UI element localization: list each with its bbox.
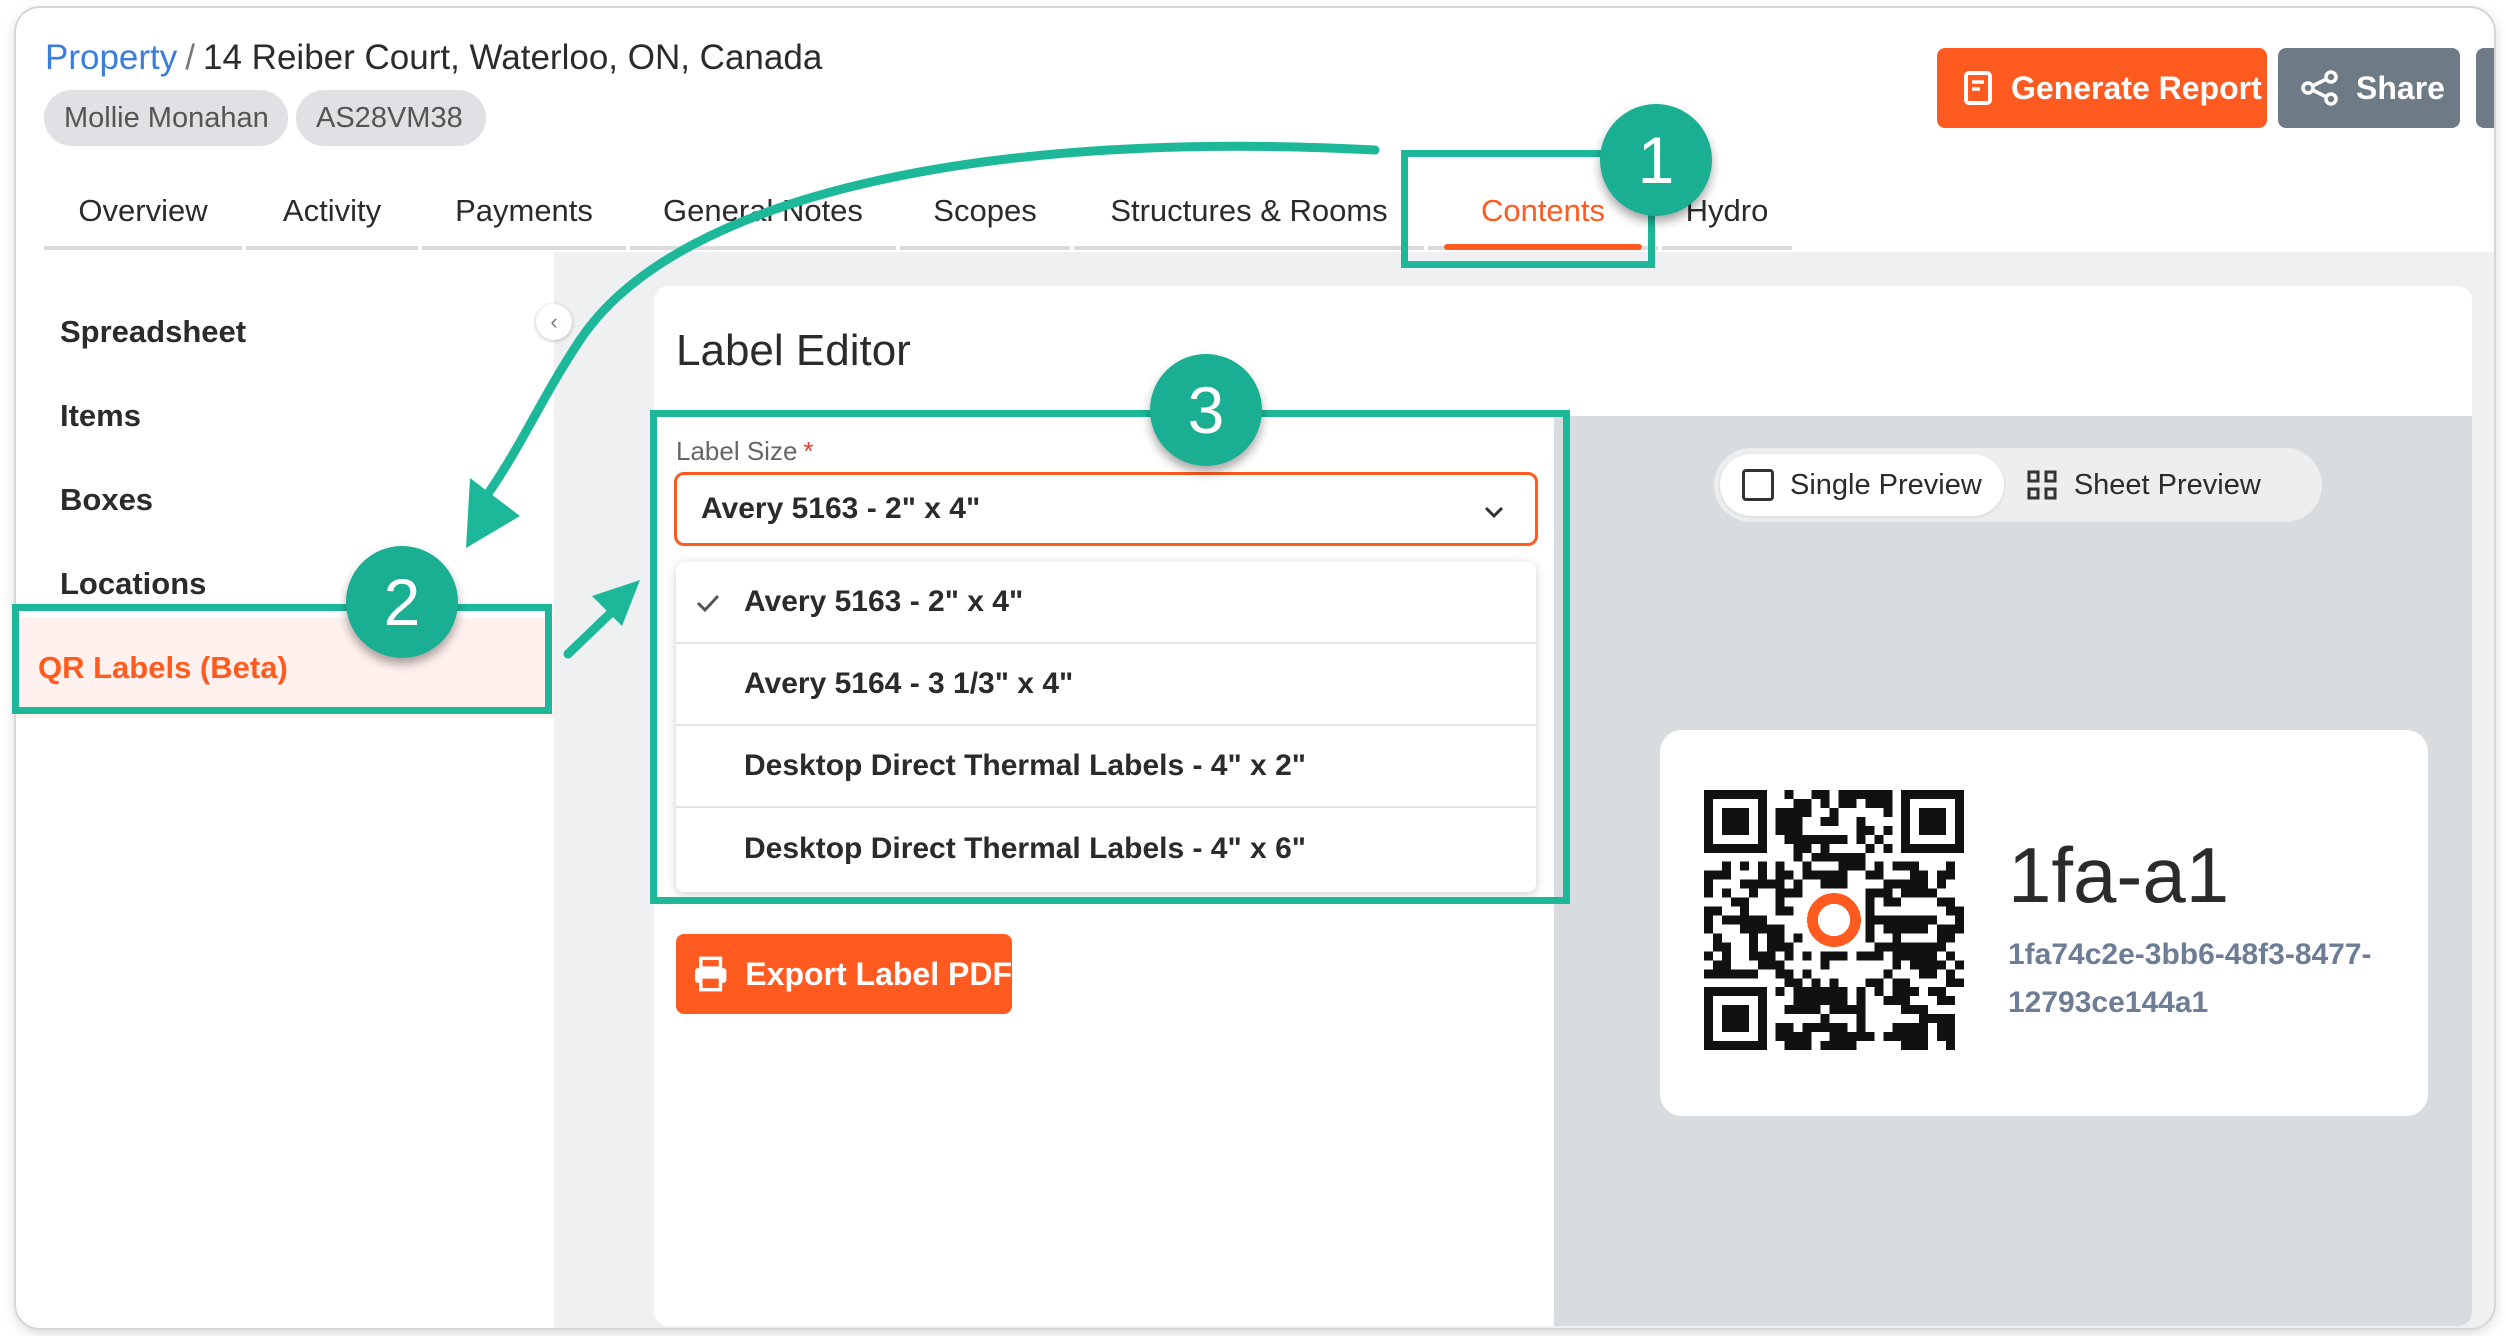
- label-uuid: 12793ce144a1: [2008, 986, 2209, 1019]
- tab-overview[interactable]: Overview: [44, 176, 242, 250]
- label-name: 1fa-a1: [2008, 831, 2230, 919]
- single-preview-label: Single Preview: [1790, 468, 1982, 501]
- generate-report-button[interactable]: Generate Report: [1937, 48, 2267, 128]
- sheet-preview-option[interactable]: Sheet Preview: [2004, 454, 2283, 516]
- report-icon: [1964, 71, 1992, 105]
- export-label-pdf-button[interactable]: Export Label PDF: [676, 934, 1012, 1014]
- highlight-label-size: [650, 410, 1570, 904]
- project-id-chip: AS28VM38: [296, 90, 486, 146]
- logo-icon: [1807, 893, 1861, 947]
- label-preview: 1fa-a1 1fa74c2e-3bb6-48f3-8477- 12793ce1…: [1660, 730, 2428, 1116]
- tab-activity[interactable]: Activity: [246, 176, 418, 250]
- sidebar-item-spreadsheet[interactable]: Spreadsheet: [60, 314, 246, 350]
- breadcrumb-property-link[interactable]: Property: [45, 38, 177, 77]
- export-label-pdf-label: Export Label PDF: [745, 955, 1012, 992]
- grid-icon: [2027, 470, 2057, 500]
- step-3-badge: 3: [1150, 354, 1262, 466]
- tab-general-notes[interactable]: General Notes: [630, 176, 896, 250]
- highlight-qr-labels: [12, 604, 552, 714]
- breadcrumb-separator: /: [185, 38, 196, 77]
- label-editor-title: Label Editor: [676, 326, 911, 375]
- tab-structures-rooms[interactable]: Structures & Rooms: [1074, 176, 1424, 250]
- share-label: Share: [2356, 69, 2445, 106]
- user-chip: Mollie Monahan: [44, 90, 288, 146]
- square-icon: [1742, 469, 1774, 501]
- share-icon: [2301, 70, 2338, 106]
- more-actions-button[interactable]: [2476, 48, 2494, 128]
- share-button[interactable]: Share: [2278, 48, 2460, 128]
- qr-code: [1704, 790, 1964, 1050]
- single-preview-option[interactable]: Single Preview: [1720, 454, 2004, 516]
- step-1-badge: 1: [1600, 104, 1712, 216]
- breadcrumb: Property/14 Reiber Court, Waterloo, ON, …: [45, 38, 822, 78]
- page-title: 14 Reiber Court, Waterloo, ON, Canada: [203, 38, 823, 77]
- chevron-left-icon[interactable]: ‹: [536, 304, 572, 340]
- tab-scopes[interactable]: Scopes: [900, 176, 1070, 250]
- printer-icon: [694, 956, 727, 992]
- preview-mode-toggle: Single Preview Sheet Preview: [1714, 448, 2322, 522]
- tab-payments[interactable]: Payments: [422, 176, 626, 250]
- sidebar-item-boxes[interactable]: Boxes: [60, 482, 153, 518]
- step-2-badge: 2: [346, 546, 458, 658]
- sidebar-item-locations[interactable]: Locations: [60, 566, 206, 602]
- sidebar-item-items[interactable]: Items: [60, 398, 141, 434]
- sheet-preview-label: Sheet Preview: [2073, 468, 2261, 501]
- label-uuid: 1fa74c2e-3bb6-48f3-8477-: [2008, 938, 2372, 971]
- sidebar: Spreadsheet Items Boxes Locations QR Lab…: [16, 252, 554, 1328]
- generate-report-label: Generate Report: [2011, 69, 2262, 106]
